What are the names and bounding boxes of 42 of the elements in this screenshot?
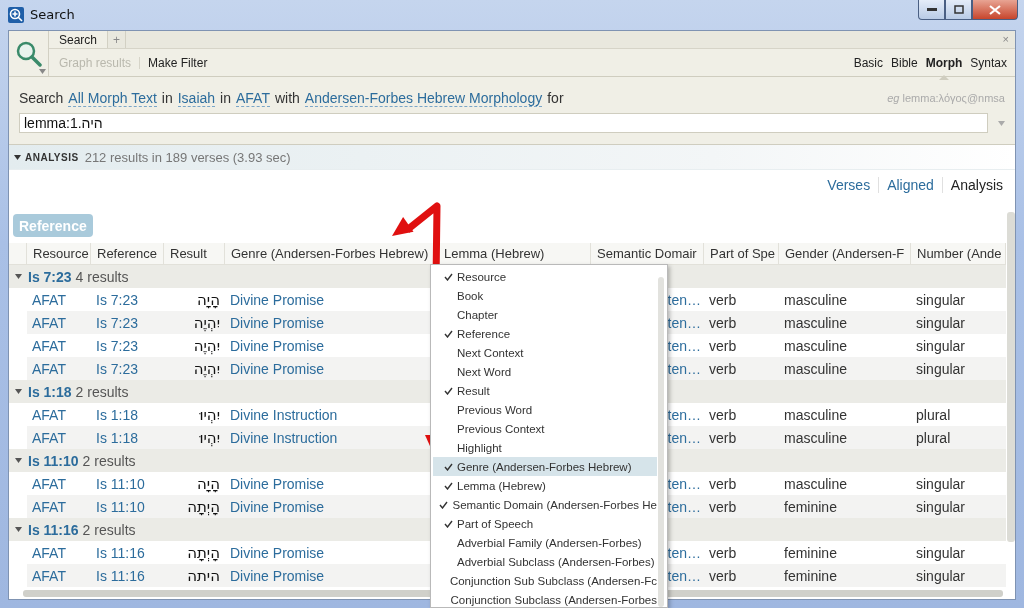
group-count: 4 results — [75, 268, 129, 285]
table-cell: singular — [911, 357, 1006, 380]
window-title: Search — [30, 6, 75, 22]
table-cell: masculine — [779, 311, 911, 334]
table-cell: singular — [911, 495, 1006, 518]
table-cell: היתה — [164, 564, 225, 587]
table-cell: הָיְתָה — [164, 495, 225, 518]
table-cell: Is 11:16 — [91, 564, 164, 587]
table-cell: plural — [911, 426, 1006, 449]
table-cell: masculine — [779, 357, 911, 380]
query-hint: eg lemma:λόγος@nmsa — [887, 92, 1005, 104]
table-cell: feminine — [779, 495, 911, 518]
table-cell: singular — [911, 564, 1006, 587]
table-cell: AFAT — [27, 357, 91, 380]
table-cell: masculine — [779, 426, 911, 449]
table-cell: Is 7:23 — [91, 357, 164, 380]
table-cell: Is 7:23 — [91, 311, 164, 334]
table-cell: AFAT — [27, 495, 91, 518]
query-text: with — [274, 89, 300, 106]
table-cell: Is 1:18 — [91, 426, 164, 449]
table-cell: verb — [704, 564, 779, 587]
query-text: Search — [19, 89, 64, 106]
table-cell: Is 11:10 — [91, 495, 164, 518]
table-cell: singular — [911, 311, 1006, 334]
table-cell: יִהְיֶה — [164, 311, 225, 334]
table-cell: AFAT — [27, 311, 91, 334]
query-text: for — [547, 89, 564, 106]
table-cell: AFAT — [27, 426, 91, 449]
table-cell: verb — [704, 357, 779, 380]
query-text: in — [220, 89, 231, 106]
table-cell: AFAT — [27, 564, 91, 587]
query-text: in — [161, 89, 173, 106]
results-summary: 212 results in 189 verses (3.93 sec) — [84, 149, 291, 165]
table-cell: verb — [704, 426, 779, 449]
table-cell: verb — [704, 311, 779, 334]
group-count: 2 results — [82, 521, 136, 538]
table-cell: feminine — [779, 564, 911, 587]
table-cell: יִהְיוּ — [164, 426, 225, 449]
group-count: 2 results — [82, 452, 136, 469]
group-count: 2 results — [75, 383, 129, 400]
table-cell: verb — [704, 495, 779, 518]
table-cell: יִהְיֶה — [164, 357, 225, 380]
